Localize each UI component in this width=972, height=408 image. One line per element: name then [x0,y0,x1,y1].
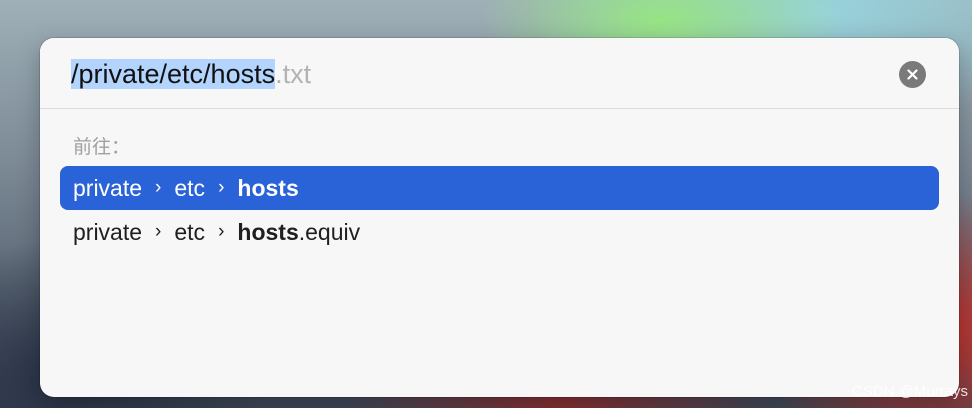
path-segment: etc [174,174,206,201]
path-segment: etc [174,218,206,245]
path-selected-text: /private/etc/hosts [71,59,276,89]
path-input[interactable]: /private/etc/hosts.txt [40,38,959,109]
suggestion-item-hosts[interactable]: private › etc › hosts [60,166,939,210]
chevron-right-icon: › [155,221,162,242]
path-segment: private [73,218,143,245]
clear-button[interactable] [899,61,926,88]
path-autocomplete-suffix: .txt [275,59,312,89]
close-circle-icon [907,69,918,80]
path-suffix: .equiv [298,218,361,245]
chevron-right-icon: › [155,177,162,198]
go-to-folder-dialog: /private/etc/hosts.txt 前往： private › etc… [40,38,959,397]
path-match: hosts [237,218,299,245]
go-to-label: 前往： [73,136,131,158]
path-input-text[interactable]: /private/etc/hosts.txt [71,56,311,92]
path-segment: private [73,174,143,201]
chevron-right-icon: › [218,177,225,198]
suggestion-item-hosts-equiv[interactable]: private › etc › hosts .equiv [60,210,939,254]
path-match: hosts [237,174,299,201]
watermark: CSDN @Murrays [851,383,968,400]
chevron-right-icon: › [218,221,225,242]
